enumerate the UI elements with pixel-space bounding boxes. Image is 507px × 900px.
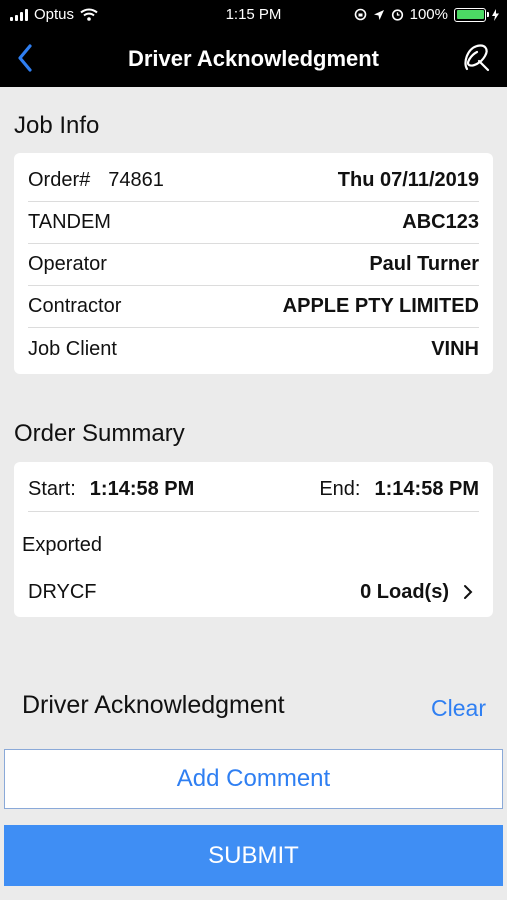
end-label: End: <box>319 478 361 500</box>
info-value: VINH <box>431 337 479 360</box>
time-row: Start: 1:14:58 PM End: 1:14:58 PM <box>28 468 479 512</box>
info-label: Contractor <box>28 295 122 317</box>
info-label: Job Client <box>28 337 117 360</box>
loads-count: 0 Load(s) <box>360 580 449 603</box>
status-right: 100% <box>354 6 499 23</box>
order-summary-heading: Order Summary <box>14 420 185 447</box>
order-number: 74861 <box>108 169 164 191</box>
location-icon <box>373 9 384 20</box>
loads-group: 0 Load(s) <box>360 581 473 604</box>
chevron-right-icon <box>464 585 473 599</box>
end-time: 1:14:58 PM <box>374 478 480 500</box>
info-value: APPLE PTY LIMITED <box>282 295 479 317</box>
info-row-tandem: TANDEM ABC123 <box>28 202 479 244</box>
signature-icon <box>464 44 490 72</box>
orientation-lock-icon <box>354 8 366 21</box>
status-bar: Optus 1:15 PM 100% <box>0 0 507 32</box>
add-comment-button[interactable]: Add Comment <box>4 749 503 809</box>
info-label: TANDEM <box>28 211 111 233</box>
alarm-icon <box>391 9 403 21</box>
product-row[interactable]: DRYCF 0 Load(s) <box>28 571 473 613</box>
order-row: Order# 74861 Thu 07/11/2019 <box>28 160 479 202</box>
start-label: Start: <box>28 478 76 500</box>
signature-button[interactable] <box>457 40 495 76</box>
job-info-card: Order# 74861 Thu 07/11/2019 TANDEM ABC12… <box>14 153 493 374</box>
product-name: DRYCF <box>28 580 97 603</box>
order-left: Order# 74861 <box>28 169 164 192</box>
battery-icon <box>454 7 489 22</box>
info-row-job-client: Job Client VINH <box>28 328 479 370</box>
info-value: ABC123 <box>402 211 479 233</box>
order-label: Order# <box>28 169 91 191</box>
acknowledgment-heading: Driver Acknowledgment <box>22 691 285 719</box>
info-row-operator: Operator Paul Turner <box>28 244 479 286</box>
clear-button[interactable]: Clear <box>431 695 486 722</box>
end-group: End: 1:14:58 PM <box>319 478 479 501</box>
charging-icon <box>492 8 499 21</box>
info-row-contractor: Contractor APPLE PTY LIMITED <box>28 286 479 328</box>
start-group: Start: 1:14:58 PM <box>28 478 194 501</box>
page-title: Driver Acknowledgment <box>127 46 380 71</box>
submit-button[interactable]: SUBMIT <box>4 825 503 886</box>
info-value: Paul Turner <box>369 253 479 275</box>
info-label: Operator <box>28 253 107 275</box>
order-date: Thu 07/11/2019 <box>337 169 479 191</box>
exported-label: Exported <box>22 533 103 556</box>
nav-bar: Driver Acknowledgment <box>0 32 507 87</box>
battery-percent: 100% <box>409 6 448 23</box>
job-info-heading: Job Info <box>14 112 100 139</box>
order-summary-card: Start: 1:14:58 PM End: 1:14:58 PM Export… <box>14 462 493 617</box>
start-time: 1:14:58 PM <box>89 478 195 500</box>
